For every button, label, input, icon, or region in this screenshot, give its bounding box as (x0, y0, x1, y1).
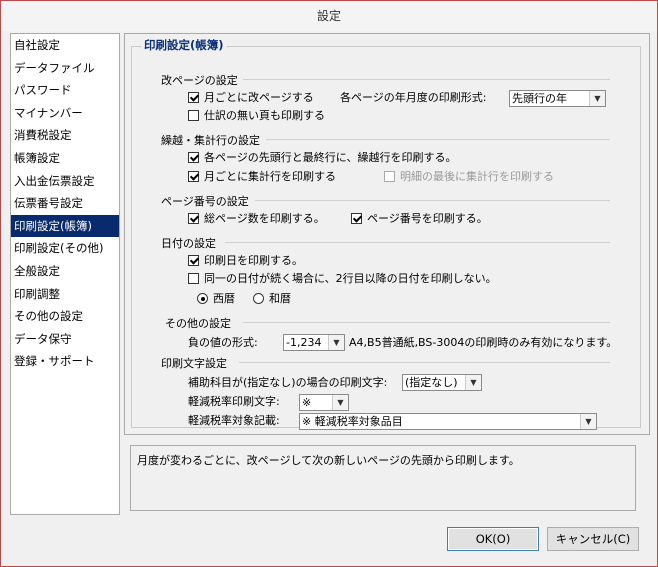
sidebar-item[interactable]: データファイル (11, 57, 119, 80)
year-month-format-label: 各ページの年月度の印刷形式: (340, 91, 487, 104)
print-empty-pages-checkbox[interactable]: 仕訳の無い頁も印刷する (188, 107, 325, 123)
print-page-number-checkbox[interactable]: ページ番号を印刷する。 (351, 210, 488, 226)
settings-category-list[interactable]: 自社設定 データファイル パスワード マイナンバー 消費税設定 帳簿設定 入出金伝票設定 伝票… (10, 33, 120, 515)
sub-account-select[interactable]: (指定なし) ▼ (402, 374, 482, 391)
chevron-down-icon: ▼ (332, 395, 348, 410)
print-carryover-checkbox[interactable]: 各ページの先頭行と最終行に、繰越行を印刷する。 (188, 149, 456, 165)
sidebar-item[interactable]: 印刷設定(その他) (11, 237, 119, 260)
sidebar-item[interactable]: 全般設定 (11, 260, 119, 283)
era-japanese-radio[interactable]: 和暦 (253, 290, 291, 306)
year-month-format-select[interactable]: 先頭行の年 ▼ (509, 90, 606, 107)
checkbox-box[interactable] (188, 213, 199, 224)
reduced-rate-char-label: 軽減税率印刷文字: (188, 395, 280, 408)
chevron-down-icon: ▼ (580, 414, 596, 429)
radio-dot[interactable] (197, 293, 208, 304)
reduced-rate-note-label: 軽減税率対象記載: (188, 414, 280, 427)
print-total-after-detail-checkbox: 明細の最後に集計行を印刷する (384, 168, 554, 184)
page-break-heading: 改ページの設定 (161, 74, 238, 87)
radio-dot[interactable] (253, 293, 264, 304)
sidebar-item[interactable]: 伝票番号設定 (11, 192, 119, 215)
description-box: 月度が変わるごとに、改ページして次の新しいページの先頭から印刷します。 (130, 445, 636, 511)
sidebar-item[interactable]: 入出金伝票設定 (11, 170, 119, 193)
checkbox-box[interactable] (188, 152, 199, 163)
chevron-down-icon: ▼ (465, 375, 481, 390)
date-heading: 日付の設定 (161, 237, 216, 250)
other-heading: その他の設定 (165, 317, 231, 330)
suppress-repeat-date-checkbox[interactable]: 同一の日付が続く場合に、2行目以降の日付を印刷しない。 (188, 270, 497, 286)
divider (255, 200, 610, 201)
sub-account-label: 補助科目が(指定なし)の場合の印刷文字: (188, 376, 388, 389)
checkbox-box[interactable] (188, 92, 199, 103)
settings-dialog: 設定 自社設定 データファイル パスワード マイナンバー 消費税設定 帳簿設定 入出金伝票設… (0, 0, 658, 567)
checkbox-box (384, 171, 395, 182)
chevron-down-icon: ▼ (589, 91, 605, 106)
dialog-title: 設定 (1, 1, 657, 31)
negative-format-select[interactable]: -1,234 ▼ (283, 334, 345, 351)
sidebar-item[interactable]: 帳簿設定 (11, 147, 119, 170)
section-title: 印刷設定(帳簿) (141, 37, 227, 53)
sidebar-item[interactable]: 登録・サポート (11, 350, 119, 373)
monthly-break-checkbox[interactable]: 月ごとに改ページする (188, 89, 314, 105)
checkbox-box[interactable] (188, 171, 199, 182)
reduced-rate-char-select[interactable]: ※ ▼ (299, 394, 349, 411)
divider (266, 139, 610, 140)
divider (225, 242, 610, 243)
print-total-pages-checkbox[interactable]: 総ページ数を印刷する。 (188, 210, 325, 226)
sidebar-item[interactable]: 印刷調整 (11, 283, 119, 306)
sidebar-item[interactable]: マイナンバー (11, 102, 119, 125)
sidebar-item[interactable]: パスワード (11, 79, 119, 102)
print-chars-heading: 印刷文字設定 (161, 357, 227, 370)
divider (243, 79, 610, 80)
sidebar-item[interactable]: 自社設定 (11, 34, 119, 57)
negative-format-note: A4,B5普通紙,BS-3004の印刷時のみ有効になります。 (349, 336, 618, 349)
checkbox-box[interactable] (188, 110, 199, 121)
ok-button[interactable]: OK(O) (447, 527, 539, 551)
print-date-checkbox[interactable]: 印刷日を印刷する。 (188, 252, 303, 268)
print-settings-panel: 印刷設定(帳簿) 改ページの設定 月ごとに改ページする 各ページの年月度の印刷形… (124, 33, 650, 435)
sidebar-item[interactable]: その他の設定 (11, 305, 119, 328)
reduced-rate-note-select[interactable]: ※ 軽減税率対象品目 ▼ (299, 413, 597, 430)
checkbox-box[interactable] (351, 213, 362, 224)
sidebar-item[interactable]: 印刷設定(帳簿) (11, 214, 119, 238)
carryover-heading: 繰越・集計行の設定 (161, 134, 260, 147)
divider (239, 362, 610, 363)
checkbox-box[interactable] (188, 273, 199, 284)
checkbox-box[interactable] (188, 255, 199, 266)
divider (243, 322, 610, 323)
print-monthly-total-checkbox[interactable]: 月ごとに集計行を印刷する (188, 168, 336, 184)
era-western-radio[interactable]: 西暦 (197, 290, 235, 306)
negative-format-label: 負の値の形式: (188, 336, 258, 349)
page-number-heading: ページ番号の設定 (161, 195, 249, 208)
cancel-button[interactable]: キャンセル(C) (547, 527, 639, 551)
chevron-down-icon: ▼ (328, 335, 344, 350)
sidebar-item[interactable]: 消費税設定 (11, 124, 119, 147)
sidebar-item[interactable]: データ保守 (11, 328, 119, 351)
